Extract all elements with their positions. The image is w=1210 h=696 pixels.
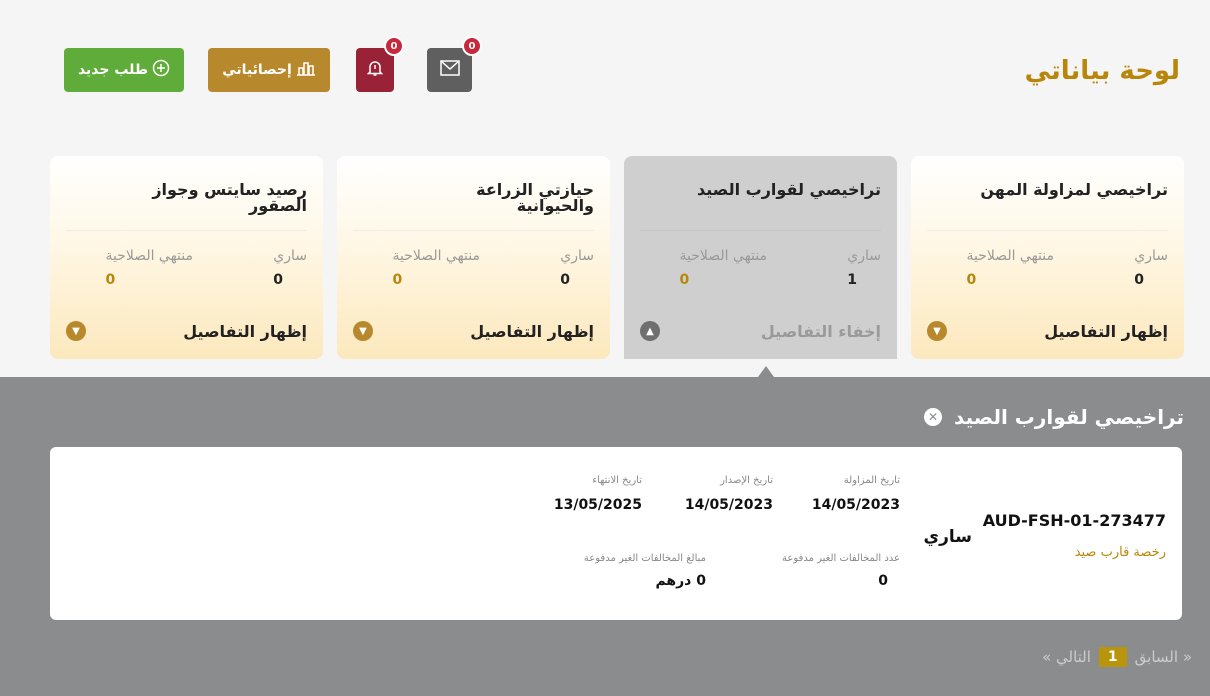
issue-date-label: تاريخ الإصدار	[720, 475, 773, 486]
chevron-down-icon[interactable]: ▼	[353, 321, 373, 341]
active-label: ساري	[560, 248, 594, 264]
messages-badge: 0	[462, 36, 482, 56]
expired-count: 0	[679, 272, 690, 288]
card-cites-falcon-passport[interactable]: رصيد سايتس وجواز الصقور ساري 0 منتهي الصل…	[50, 156, 323, 359]
hide-details-link[interactable]: إخفاء التفاصيل	[761, 322, 881, 341]
previous-page-link[interactable]: « السابق	[1135, 648, 1192, 666]
active-label: ساري	[1134, 248, 1168, 264]
notifications-badge: 0	[384, 36, 404, 56]
active-label: ساري	[847, 248, 881, 264]
card-divider	[66, 230, 307, 231]
active-count: 0	[273, 272, 284, 288]
active-count: 0	[1134, 272, 1145, 288]
card-professional-licenses[interactable]: تراخيصي لمزاولة المهن ساري 0 منتهي الصلاح…	[911, 156, 1184, 359]
card-divider	[353, 230, 594, 231]
license-number: AUD-FSH-01-273477	[982, 511, 1166, 530]
unpaid-amount-value: 0 درهم	[655, 573, 706, 589]
practice-date-value: 14/05/2023	[811, 497, 900, 513]
close-icon[interactable]: ✕	[924, 408, 943, 426]
license-status: ساري	[923, 527, 972, 547]
active-column: ساري 0	[1134, 248, 1168, 288]
expired-label: منتهي الصلاحية	[679, 248, 767, 264]
unpaid-violations-label: عدد المخالفات الغير مدفوعة	[782, 553, 900, 564]
unpaid-amount-label: مبالغ المخالفات الغير مدفوعة	[583, 553, 706, 564]
current-page-button[interactable]: 1	[1098, 647, 1127, 667]
expired-count: 0	[966, 272, 977, 288]
details-panel-title: تراخيصي لقوارب الصيد	[954, 405, 1184, 429]
active-label: ساري	[273, 248, 307, 264]
next-page-link[interactable]: التالي »	[1042, 648, 1091, 666]
expired-column: منتهي الصلاحية 0	[105, 248, 193, 288]
card-title: تراخيصي لقوارب الصيد	[697, 180, 881, 199]
envelope-icon	[439, 60, 460, 80]
panel-pointer	[758, 366, 774, 377]
expired-label: منتهي الصلاحية	[966, 248, 1054, 264]
card-title: تراخيصي لمزاولة المهن	[980, 180, 1168, 199]
expired-label: منتهي الصلاحية	[392, 248, 480, 264]
bell-icon	[366, 59, 384, 81]
active-column: ساري 1	[847, 248, 881, 288]
statistics-button[interactable]: إحصائياتي	[208, 48, 330, 92]
active-column: ساري 0	[273, 248, 307, 288]
card-title: رصيد سايتس وجواز الصقور	[152, 180, 307, 215]
unpaid-violations-value: 0	[878, 573, 888, 589]
page-title: لوحة بياناتي	[1024, 56, 1180, 86]
active-count: 1	[847, 272, 858, 288]
show-details-link[interactable]: إظهار التفاصيل	[1044, 322, 1168, 341]
messages-button[interactable]: 0	[427, 36, 482, 92]
issue-date-value: 14/05/2023	[684, 497, 773, 513]
chevron-up-icon[interactable]: ▲	[640, 321, 660, 341]
expired-count: 0	[392, 272, 403, 288]
card-fishing-boat-licenses[interactable]: تراخيصي لقوارب الصيد ساري 1 منتهي الصلاحي…	[624, 156, 897, 359]
bar-chart-icon	[296, 60, 316, 80]
details-panel-header: تراخيصي لقوارب الصيد ✕	[924, 405, 1184, 429]
license-card: AUD-FSH-01-273477 رخصة قارب صيد ساري تار…	[50, 447, 1182, 620]
expiry-date-value: 13/05/2025	[553, 497, 642, 513]
chevron-down-icon[interactable]: ▼	[66, 321, 86, 341]
show-details-link[interactable]: إظهار التفاصيل	[183, 322, 307, 341]
expired-column: منتهي الصلاحية 0	[392, 248, 480, 288]
notifications-button[interactable]: 0	[356, 36, 404, 92]
expired-column: منتهي الصلاحية 0	[679, 248, 767, 288]
card-title: حيازتي الزراعة والحيوانية	[476, 180, 594, 215]
license-type: رخصة قارب صيد	[1074, 545, 1166, 560]
show-details-link[interactable]: إظهار التفاصيل	[470, 322, 594, 341]
new-request-label: طلب جديد	[77, 62, 149, 78]
pagination: « السابق 1 التالي »	[1042, 647, 1192, 667]
statistics-label: إحصائياتي	[222, 62, 292, 78]
active-count: 0	[560, 272, 571, 288]
card-divider	[640, 230, 881, 231]
card-agricultural-holdings[interactable]: حيازتي الزراعة والحيوانية ساري 0 منتهي ال…	[337, 156, 610, 359]
expired-label: منتهي الصلاحية	[105, 248, 193, 264]
expired-column: منتهي الصلاحية 0	[966, 248, 1054, 288]
new-request-button[interactable]: طلب جديد	[64, 48, 184, 92]
active-column: ساري 0	[560, 248, 594, 288]
practice-date-label: تاريخ المزاولة	[843, 475, 900, 486]
details-panel: تراخيصي لقوارب الصيد ✕ AUD-FSH-01-273477…	[0, 377, 1210, 696]
card-divider	[927, 230, 1168, 231]
expired-count: 0	[105, 272, 116, 288]
chevron-down-icon[interactable]: ▼	[927, 321, 947, 341]
expiry-date-label: تاريخ الانتهاء	[592, 475, 642, 486]
plus-circle-icon	[152, 59, 170, 81]
